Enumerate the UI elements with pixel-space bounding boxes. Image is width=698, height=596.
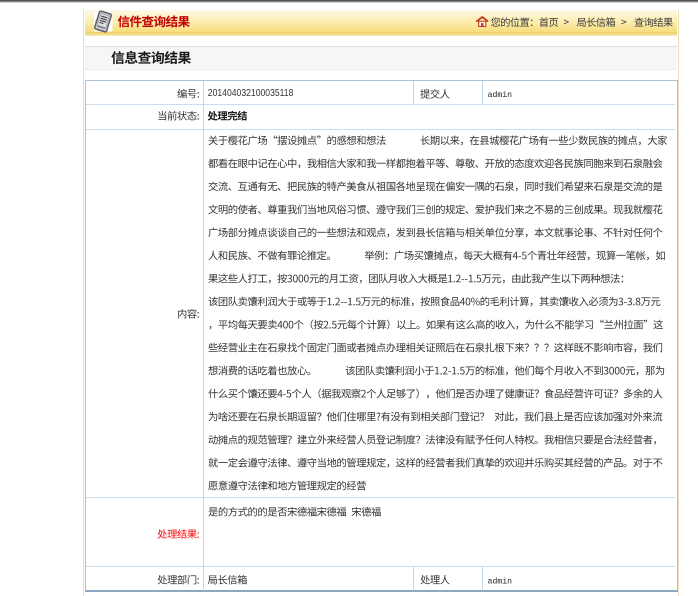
svg-text:201404032100035118: 201404032100035118: [208, 88, 294, 99]
svg-text:admin: admin: [488, 576, 512, 586]
svg-text:admin: admin: [488, 90, 512, 100]
